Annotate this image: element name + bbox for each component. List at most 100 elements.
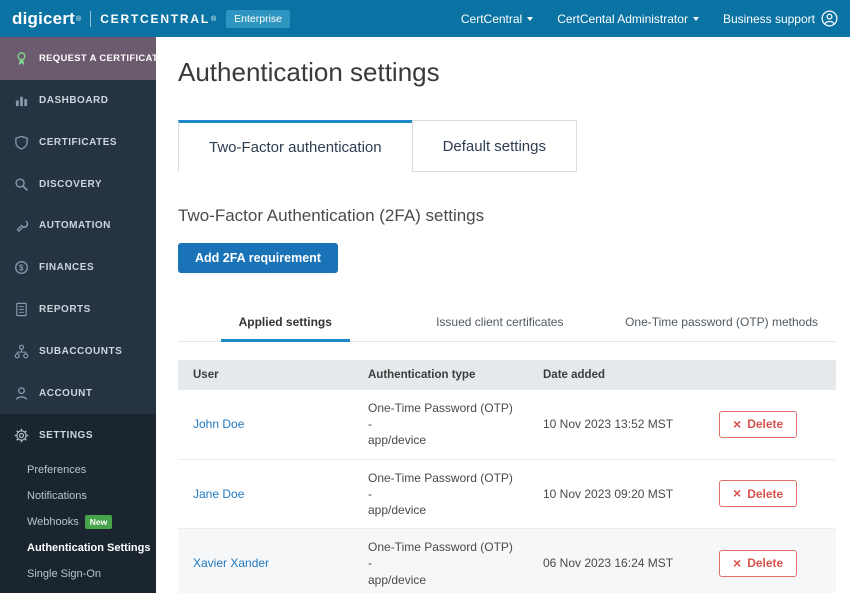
brand-divider [90, 11, 91, 27]
tab-label: Two-Factor authentication [209, 139, 382, 156]
sidebar-item-label: REQUEST A CERTIFICATE [39, 53, 165, 64]
auth-type: app/device [368, 432, 513, 448]
delete-label: Delete [747, 556, 783, 570]
auth-type: One-Time Password (OTP) - [368, 400, 513, 432]
user-icon [13, 385, 29, 401]
shield-icon [13, 134, 29, 150]
certcentral-logo: CERTCENTRAL [100, 12, 210, 26]
subitem-label: Webhooks [27, 516, 79, 528]
delete-button[interactable]: Delete [719, 480, 797, 507]
date-added: 06 Nov 2023 16:24 MST [543, 556, 673, 570]
content-tabs: Two-Factor authentication Default settin… [178, 120, 836, 172]
delete-button[interactable]: Delete [719, 411, 797, 438]
auth-type: One-Time Password (OTP) - [368, 539, 513, 571]
delete-x-icon [733, 486, 741, 501]
sidebar-item-label: DISCOVERY [39, 179, 102, 190]
subtab-label: Issued client certificates [418, 306, 581, 342]
table-row: John Doe One-Time Password (OTP) -app/de… [178, 390, 836, 459]
enterprise-badge: Enterprise [226, 10, 290, 28]
auth-type: app/device [368, 502, 513, 518]
registered-mark: ® [211, 16, 216, 23]
subitem-label: Single Sign-On [27, 568, 101, 580]
sidebar: REQUEST A CERTIFICATE DASHBOARD CERTIFIC… [0, 37, 156, 593]
delete-label: Delete [747, 417, 783, 431]
auth-type: One-Time Password (OTP) - [368, 470, 513, 502]
nav-administrator-dropdown[interactable]: CertCental Administrator [557, 12, 699, 26]
tab-two-factor-authentication[interactable]: Two-Factor authentication [178, 120, 413, 172]
settings-submenu: Preferences Notifications Webhooks New A… [0, 457, 156, 593]
user-circle-icon [821, 10, 838, 27]
sidebar-item-reports[interactable]: REPORTS [0, 289, 156, 331]
tab-label: Default settings [443, 138, 546, 155]
top-header: digicert ® CERTCENTRAL ® Enterprise Cert… [0, 0, 850, 37]
user-link[interactable]: John Doe [193, 417, 244, 431]
top-nav: CertCentral CertCental Administrator Bus… [461, 10, 838, 27]
main-content: Authentication settings Two-Factor authe… [156, 37, 850, 593]
sidebar-item-dashboard[interactable]: DASHBOARD [0, 80, 156, 122]
table-row: Xavier Xander One-Time Password (OTP) -a… [178, 529, 836, 593]
settings-group: SETTINGS Preferences Notifications Webho… [0, 414, 156, 593]
sidebar-item-label: DASHBOARD [39, 95, 109, 106]
sidebar-item-certificates[interactable]: CERTIFICATES [0, 122, 156, 164]
sidebar-item-label: AUTOMATION [39, 220, 111, 231]
column-header-actions [704, 360, 836, 390]
svg-text:$: $ [19, 264, 24, 273]
tab-default-settings[interactable]: Default settings [412, 120, 577, 172]
auth-type: app/device [368, 572, 513, 588]
user-link[interactable]: Jane Doe [193, 487, 244, 501]
column-header-user: User [178, 360, 353, 390]
subtab-label: One-Time password (OTP) methods [607, 306, 836, 342]
date-added: 10 Nov 2023 09:20 MST [543, 487, 673, 501]
certificate-icon [13, 50, 29, 66]
search-icon [13, 176, 29, 192]
column-header-date-added: Date added [528, 360, 704, 390]
subitem-label: Preferences [27, 464, 86, 476]
nav-certcentral-dropdown[interactable]: CertCentral [461, 12, 533, 26]
digicert-logo[interactable]: digicert [12, 9, 75, 29]
sidebar-subitem-preferences[interactable]: Preferences [0, 457, 156, 483]
chevron-down-icon [527, 17, 533, 21]
sidebar-item-label: CERTIFICATES [39, 137, 117, 148]
subitem-label: Authentication Settings [27, 542, 150, 554]
subtabs: Applied settings Issued client certifica… [178, 306, 836, 342]
table-header-row: User Authentication type Date added [178, 360, 836, 390]
bar-chart-icon [13, 93, 29, 109]
sidebar-subitem-webhooks[interactable]: Webhooks New [0, 509, 156, 535]
sidebar-item-finances[interactable]: $ FINANCES [0, 247, 156, 289]
sidebar-subitem-notifications[interactable]: Notifications [0, 483, 156, 509]
sidebar-item-settings[interactable]: SETTINGS [0, 414, 156, 457]
subtab-otp-methods[interactable]: One-Time password (OTP) methods [607, 306, 836, 341]
gear-icon [13, 428, 29, 444]
sidebar-subitem-authentication-settings[interactable]: Authentication Settings [0, 535, 156, 561]
nav-business-support[interactable]: Business support [723, 10, 838, 27]
delete-label: Delete [747, 487, 783, 501]
subtab-applied-settings[interactable]: Applied settings [178, 306, 393, 341]
sidebar-item-discovery[interactable]: DISCOVERY [0, 163, 156, 205]
section-title: Two-Factor Authentication (2FA) settings [178, 206, 836, 226]
registered-mark: ® [76, 16, 81, 23]
add-2fa-requirement-button[interactable]: Add 2FA requirement [178, 243, 338, 273]
wrench-icon [13, 218, 29, 234]
sidebar-item-subaccounts[interactable]: SUBACCOUNTS [0, 330, 156, 372]
sidebar-item-label: SUBACCOUNTS [39, 346, 122, 357]
nav-label: Business support [723, 12, 815, 26]
new-badge: New [85, 515, 112, 529]
sidebar-item-account[interactable]: ACCOUNT [0, 372, 156, 414]
sidebar-subitem-single-sign-on[interactable]: Single Sign-On [0, 561, 156, 587]
delete-x-icon [733, 556, 741, 571]
sidebar-item-label: ACCOUNT [39, 388, 93, 399]
user-link[interactable]: Xavier Xander [193, 556, 269, 570]
delete-button[interactable]: Delete [719, 550, 797, 577]
sidebar-item-label: FINANCES [39, 262, 94, 273]
report-document-icon [13, 302, 29, 318]
table-row: Jane Doe One-Time Password (OTP) -app/de… [178, 459, 836, 529]
column-header-authentication-type: Authentication type [353, 360, 528, 390]
subtab-issued-client-certificates[interactable]: Issued client certificates [393, 306, 608, 341]
brand-area: digicert ® CERTCENTRAL ® Enterprise [12, 9, 290, 29]
sidebar-item-automation[interactable]: AUTOMATION [0, 205, 156, 247]
sidebar-item-request-certificate[interactable]: REQUEST A CERTIFICATE [0, 37, 156, 80]
sidebar-item-label: REPORTS [39, 304, 91, 315]
delete-x-icon [733, 417, 741, 432]
nav-label: CertCental Administrator [557, 12, 688, 26]
subitem-label: Notifications [27, 490, 87, 502]
